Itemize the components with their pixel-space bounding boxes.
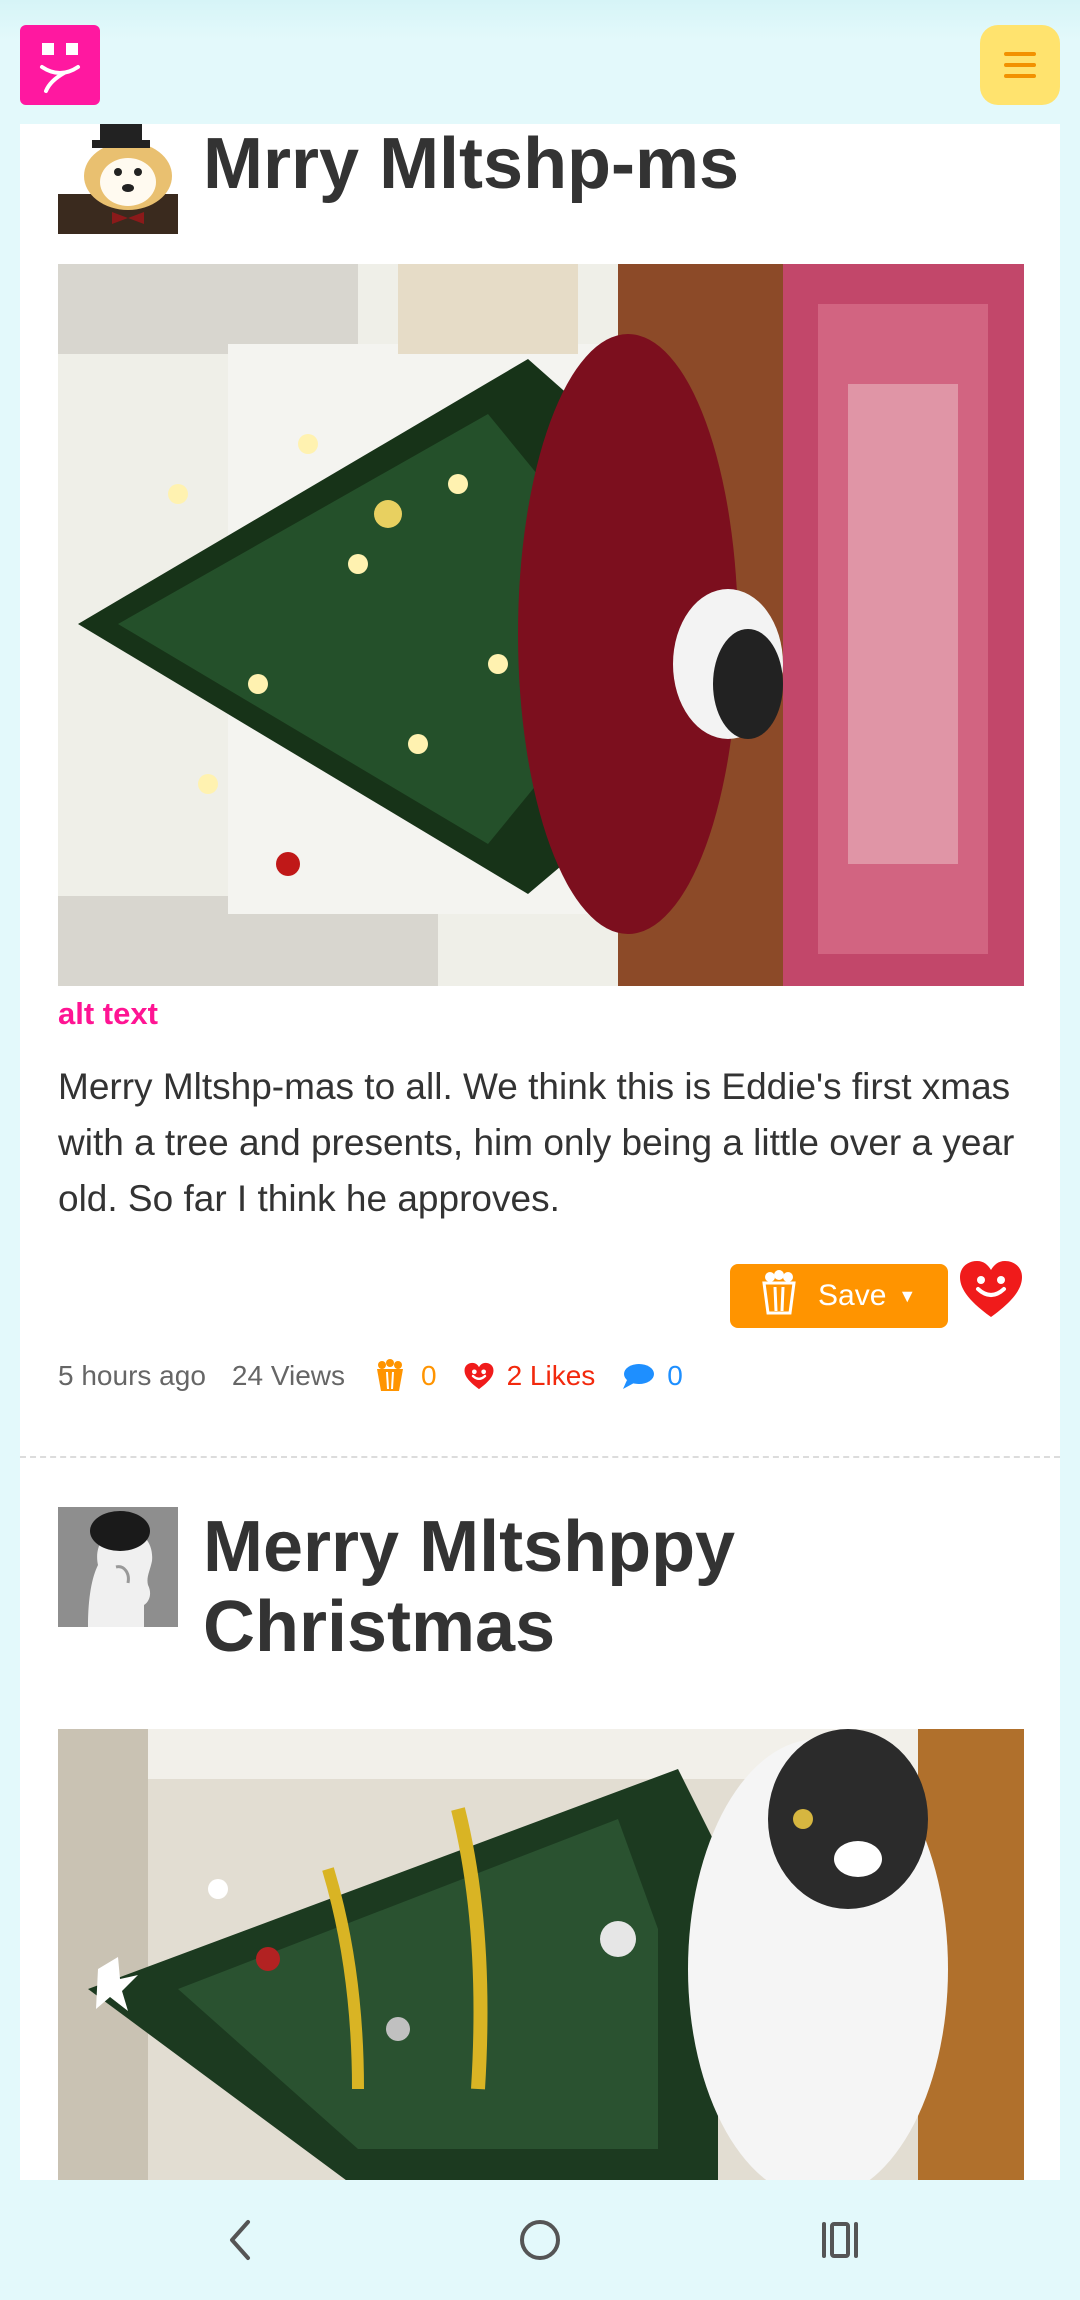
dog-avatar[interactable] [58, 124, 178, 234]
post-title[interactable]: Merry Mltshppy Christmas [203, 1507, 1023, 1667]
mltshp-logo-icon[interactable] [20, 25, 100, 105]
post-title[interactable]: Mrry Mltshp-ms [203, 124, 1023, 204]
silhouette-avatar[interactable] [58, 1507, 178, 1627]
recent-apps-icon[interactable] [800, 2200, 880, 2280]
post-meta: 5 hours ago 24 Views 0 2 Likes 0 [58, 1354, 709, 1398]
post-divider [20, 1456, 1060, 1458]
hamburger-menu-icon[interactable] [980, 25, 1060, 105]
system-navigation-bar [0, 2180, 1080, 2300]
save-button[interactable]: Save ▼ [730, 1264, 948, 1328]
post-photo[interactable] [58, 264, 1024, 986]
heart-like-icon[interactable] [958, 1259, 1024, 1319]
status-bar-shade [0, 0, 1080, 40]
view-count: 24 Views [231, 1360, 345, 1391]
comments-count[interactable]: 0 [621, 1360, 683, 1392]
heart-icon [463, 1362, 495, 1390]
speech-bubble-icon [621, 1362, 655, 1390]
comments-count-value: 0 [667, 1360, 683, 1391]
back-chevron-icon[interactable] [200, 2200, 280, 2280]
post-feed: Mrry Mltshp-ms alt text Merry Mltshp-mas… [20, 124, 1060, 2180]
likes-count-value: 2 Likes [506, 1360, 596, 1391]
saves-count[interactable]: 0 [371, 1359, 437, 1393]
menu-line [1004, 52, 1036, 56]
menu-line [1004, 63, 1036, 67]
popcorn-bucket-icon [371, 1359, 409, 1393]
save-button-label: Save [818, 1279, 887, 1312]
post-photo[interactable] [58, 1729, 1024, 2180]
alt-text-link[interactable]: alt text [58, 996, 158, 1032]
post-time[interactable]: 5 hours ago [58, 1360, 206, 1392]
post-description: Merry Mltshp-mas to all. We think this i… [58, 1066, 1015, 1219]
dropdown-caret-icon: ▼ [898, 1285, 917, 1306]
menu-line [1004, 74, 1036, 78]
top-bar [0, 0, 1080, 124]
likes-count[interactable]: 2 Likes [463, 1360, 596, 1392]
popcorn-bucket-icon [756, 1269, 802, 1323]
saves-count-value: 0 [421, 1360, 437, 1391]
home-circle-icon[interactable] [500, 2200, 580, 2280]
